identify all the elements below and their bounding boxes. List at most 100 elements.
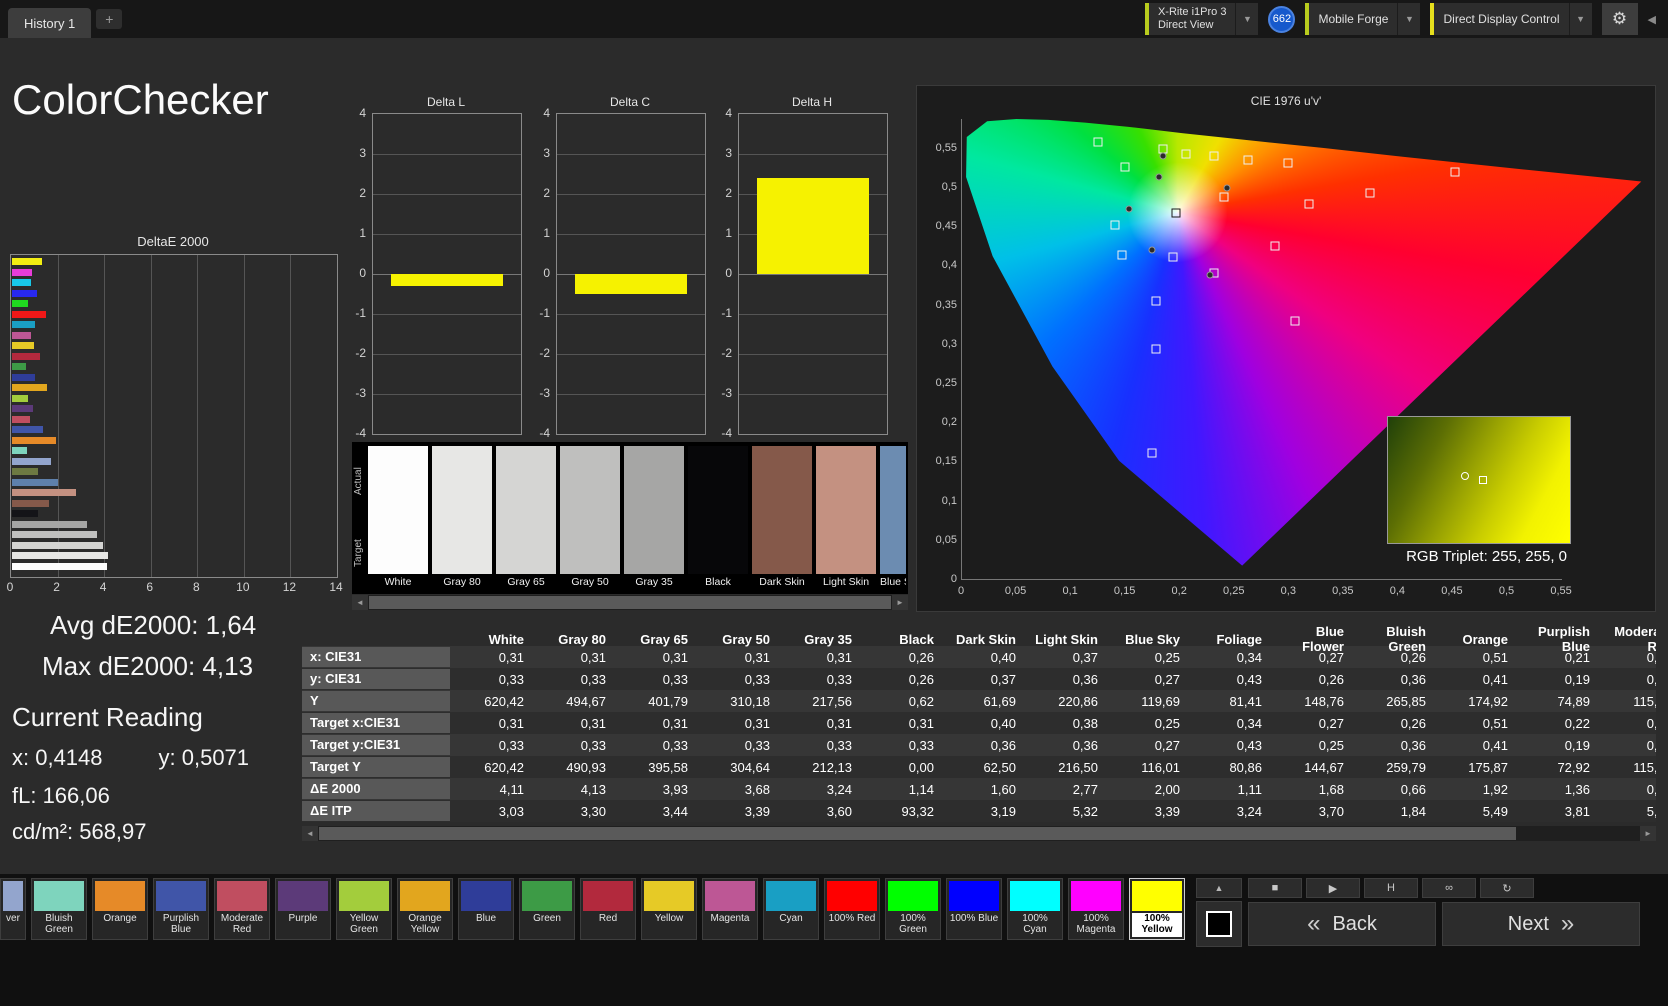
- table-cell: 0,36: [1354, 672, 1436, 687]
- delta-c-chart: Delta C 43210-1-2-3-4: [534, 95, 706, 439]
- table-cell: 0,46: [1600, 716, 1656, 731]
- meter-status-badge[interactable]: 662: [1268, 6, 1295, 33]
- patch-button[interactable]: Yellow: [641, 878, 697, 940]
- chevron-down-icon[interactable]: ▼: [1397, 3, 1420, 35]
- table-cell: 4,11: [452, 782, 534, 797]
- cie-y-axis: 0,550,50,450,40,350,30,250,20,150,10,050: [921, 119, 957, 579]
- collapse-panel-icon[interactable]: ◀: [1648, 13, 1656, 26]
- patch-button[interactable]: 100% Green: [885, 878, 941, 940]
- patch-button[interactable]: Bluish Green: [31, 878, 87, 940]
- table-cell: 0,27: [1108, 738, 1190, 753]
- table-row: y: CIE310,330,330,330,330,330,260,370,36…: [302, 668, 1656, 690]
- patch-button[interactable]: Orange Yellow: [397, 878, 453, 940]
- gridline: [373, 394, 521, 395]
- x-tick: 0,1: [1062, 585, 1077, 597]
- table-header-row: WhiteGray 80Gray 65Gray 50Gray 35BlackDa…: [302, 624, 1656, 646]
- x-tick: 12: [283, 580, 296, 594]
- chevron-down-icon[interactable]: ▼: [1569, 3, 1592, 35]
- add-tab-button[interactable]: +: [96, 9, 122, 29]
- measurement-square: [1284, 158, 1293, 167]
- table-cell: 0,31: [616, 650, 698, 665]
- display-control-label: Direct Display Control: [1443, 12, 1559, 26]
- table-cell: 3,03: [452, 804, 534, 819]
- scroll-right-icon[interactable]: ►: [892, 595, 908, 610]
- swatch-items: WhiteGray 80Gray 65Gray 50Gray 35BlackDa…: [368, 446, 906, 592]
- y-axis-labels: 43210-1-2-3-4: [350, 113, 368, 433]
- patch-button[interactable]: Magenta: [702, 878, 758, 940]
- column-header: Gray 80: [534, 632, 616, 647]
- table-cell: 0,31: [780, 650, 862, 665]
- table-cell: 0,37: [944, 672, 1026, 687]
- display-control-dropdown[interactable]: Direct Display Control ▼: [1430, 3, 1591, 35]
- patch-color: [888, 881, 938, 911]
- next-button[interactable]: Next »: [1442, 902, 1640, 946]
- meter-dropdown[interactable]: X-Rite i1Pro 3 Direct View ▼: [1145, 3, 1258, 35]
- table-cell: 0,00: [862, 760, 944, 775]
- y-tick: 4: [725, 106, 732, 120]
- x-tick: 0,05: [1005, 585, 1026, 597]
- y-tick: -2: [539, 346, 550, 360]
- y-tick: 0: [951, 573, 957, 585]
- patch-button[interactable]: 100% Yellow: [1129, 878, 1185, 940]
- scroll-left-icon[interactable]: ◄: [302, 826, 318, 841]
- patch-button[interactable]: 100% Magenta: [1068, 878, 1124, 940]
- deltae-bar: [12, 426, 43, 433]
- reference-dot: [1207, 272, 1214, 279]
- row-label: Target y:CIE31: [302, 735, 450, 755]
- scrollbar-thumb[interactable]: [319, 827, 1516, 840]
- gridline: [739, 274, 887, 275]
- patch-button[interactable]: Green: [519, 878, 575, 940]
- patch-button[interactable]: 100% Blue: [946, 878, 1002, 940]
- delta-h-chart: Delta H 43210-1-2-3-4: [716, 95, 888, 439]
- top-bar: History 1 + X-Rite i1Pro 3 Direct View ▼…: [0, 0, 1668, 38]
- table-cell: 0,21: [1518, 650, 1600, 665]
- scroll-left-icon[interactable]: ◄: [352, 595, 368, 610]
- deltae-bar: [12, 321, 35, 328]
- patch-button[interactable]: Red: [580, 878, 636, 940]
- plot-area: [738, 113, 888, 435]
- patch-button[interactable]: ver: [0, 878, 26, 940]
- scroll-right-icon[interactable]: ►: [1640, 826, 1656, 841]
- patch-button[interactable]: Purplish Blue: [153, 878, 209, 940]
- patch-button[interactable]: Blue: [458, 878, 514, 940]
- table-cell: 3,39: [1108, 804, 1190, 819]
- gear-icon[interactable]: ⚙: [1602, 3, 1638, 35]
- refresh-button[interactable]: ↻: [1480, 878, 1534, 898]
- x-tick: 6: [146, 580, 153, 594]
- tab-history-1[interactable]: History 1: [8, 8, 91, 38]
- patch-button[interactable]: Purple: [275, 878, 331, 940]
- y-tick: 0,55: [936, 142, 957, 154]
- measurement-square: [1151, 345, 1160, 354]
- top-bar-controls: X-Rite i1Pro 3 Direct View ▼ 662 Mobile …: [1145, 3, 1656, 35]
- hold-button[interactable]: H: [1364, 878, 1418, 898]
- y-tick: -1: [539, 306, 550, 320]
- y-tick: -2: [355, 346, 366, 360]
- back-button[interactable]: « Back: [1248, 902, 1436, 946]
- patch-button[interactable]: Yellow Green: [336, 878, 392, 940]
- patch-button[interactable]: Orange: [92, 878, 148, 940]
- y-tick: 1: [543, 226, 550, 240]
- patch-button[interactable]: Cyan: [763, 878, 819, 940]
- patch-color: [34, 881, 84, 911]
- deltae-bar: [12, 447, 27, 454]
- expand-up-button[interactable]: ▲: [1196, 878, 1242, 898]
- table-cell: 0,46: [1600, 650, 1656, 665]
- chart-title: Delta C: [556, 95, 704, 109]
- scrollbar-thumb[interactable]: [369, 596, 891, 609]
- table-cell: 0,26: [1354, 716, 1436, 731]
- stop-button[interactable]: ■: [1248, 878, 1302, 898]
- source-dropdown[interactable]: Mobile Forge ▼: [1305, 3, 1420, 35]
- table-cell: 0,33: [862, 738, 944, 753]
- chevron-down-icon[interactable]: ▼: [1235, 3, 1258, 35]
- play-button[interactable]: ▶: [1306, 878, 1360, 898]
- table-cell: 93,32: [862, 804, 944, 819]
- patch-button[interactable]: Moderate Red: [214, 878, 270, 940]
- patch-button[interactable]: 100% Red: [824, 878, 880, 940]
- patch-button[interactable]: 100% Cyan: [1007, 878, 1063, 940]
- table-cell: 0,31: [698, 716, 780, 731]
- patch-label: Green: [522, 913, 572, 937]
- patch-label: Bluish Green: [34, 913, 84, 937]
- y-tick: 1: [359, 226, 366, 240]
- pattern-window-button[interactable]: [1196, 901, 1242, 947]
- loop-infinite-button[interactable]: ∞: [1422, 878, 1476, 898]
